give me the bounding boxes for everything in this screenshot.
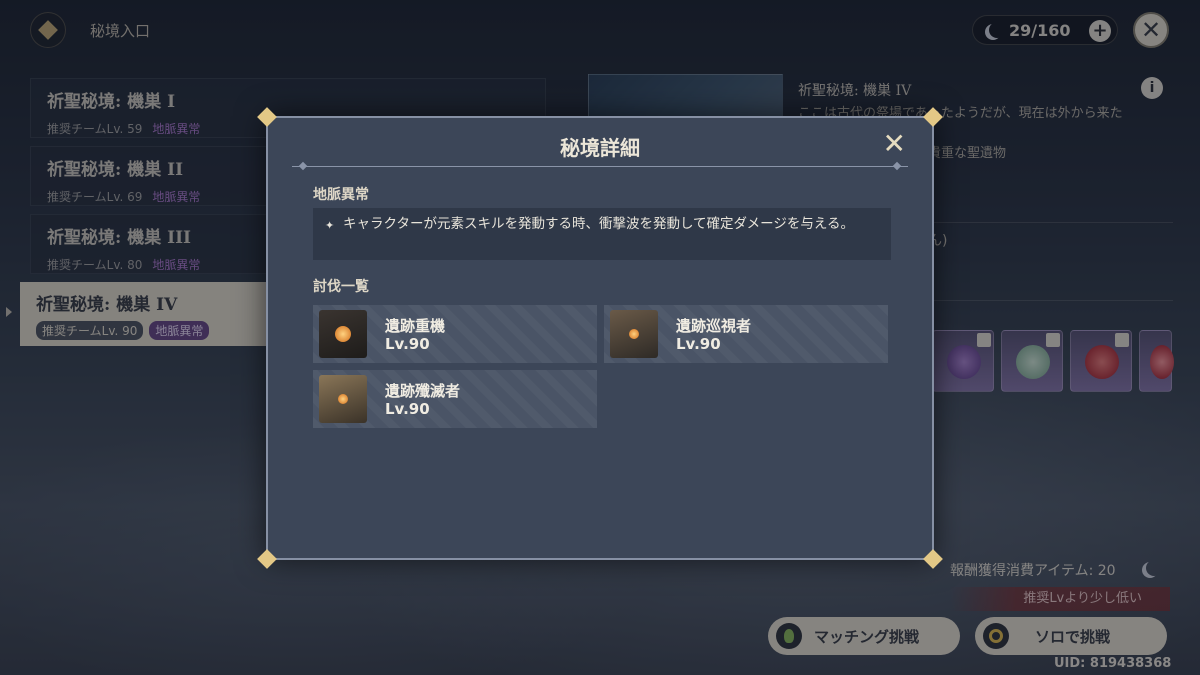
ruin-scout-icon [610,310,658,358]
enemy-name: 遺跡重機 [385,317,446,335]
enemy-card[interactable]: 遺跡殲滅者 Lv.90 [313,370,597,428]
enemy-card[interactable]: 遺跡重機 Lv.90 [313,305,597,363]
modal-title: 秘境詳細 [560,136,640,160]
ley-line-effect-box: ✦ キャラクターが元素スキルを発動する時、衝撃波を発動して確定ダメージを与える。 [313,208,891,260]
enemy-name: 遺跡殲滅者 [385,382,461,400]
enemy-level: Lv.90 [385,400,430,418]
modal-close-icon[interactable]: ✕ [883,130,906,158]
ruin-destroyer-icon [319,375,367,423]
ruin-machine-icon [319,310,367,358]
enemy-level: Lv.90 [385,335,430,353]
title-divider [292,166,908,167]
sparkle-bullet-icon: ✦ [325,219,335,232]
enemies-heading: 討伐一覧 [313,279,369,295]
enemy-name: 遺跡巡視者 [676,317,752,335]
domain-details-modal: 秘境詳細 ✕ 地脈異常 ✦ キャラクターが元素スキルを発動する時、衝撃波を発動し… [257,107,943,569]
enemy-level: Lv.90 [676,335,721,353]
ley-line-effect-text: キャラクターが元素スキルを発動する時、衝撃波を発動して確定ダメージを与える。 [343,216,854,232]
ley-line-heading: 地脈異常 [313,187,369,203]
enemy-card[interactable]: 遺跡巡視者 Lv.90 [604,305,888,363]
